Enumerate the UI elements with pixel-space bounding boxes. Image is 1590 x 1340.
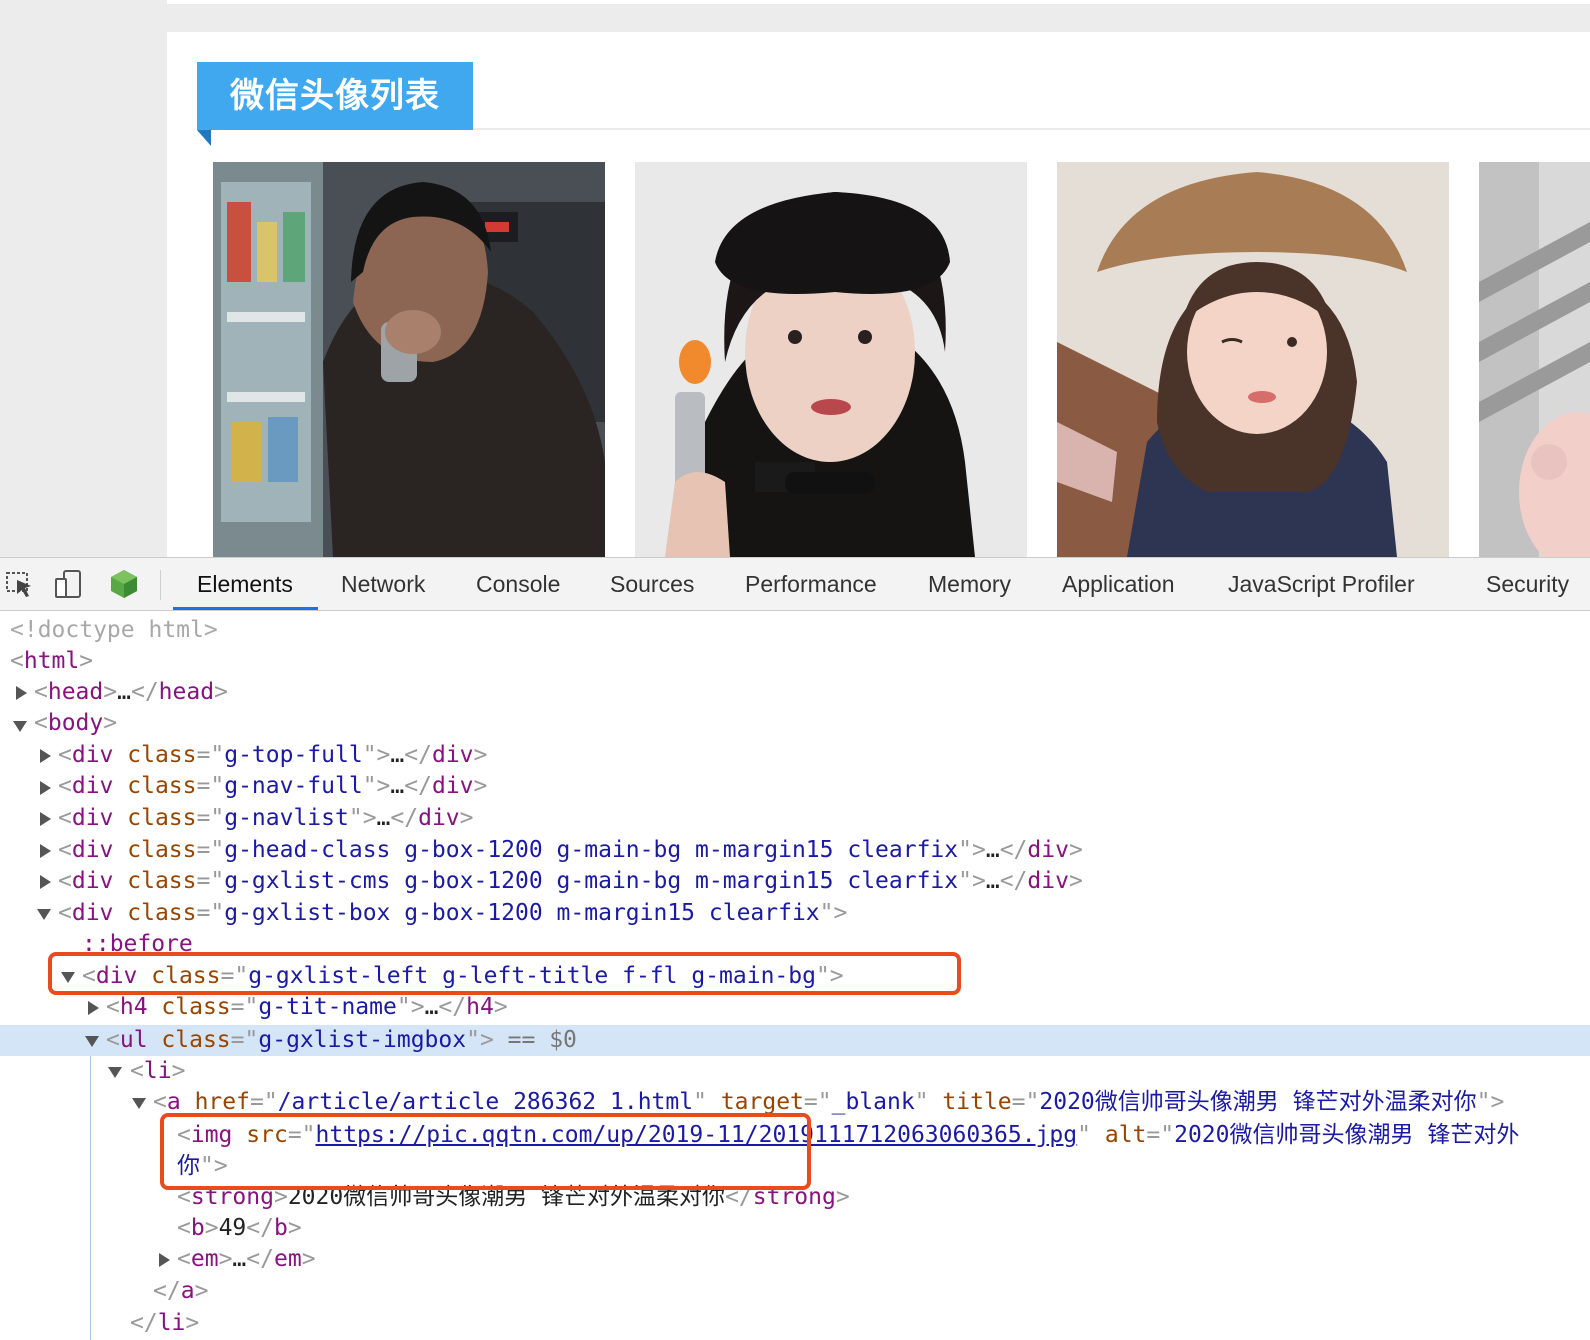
dom-node-div[interactable]: <div class="g-top-full">…</div> — [58, 740, 487, 771]
section-title: 微信头像列表 — [197, 62, 473, 130]
extension-cube-icon[interactable] — [108, 568, 140, 600]
toolbar-separator — [160, 570, 161, 600]
dom-node-li[interactable]: <li> — [130, 1056, 185, 1087]
dom-node-div[interactable]: <div class="g-gxlist-cms g-box-1200 g-ma… — [58, 866, 1083, 897]
dom-node-html[interactable]: <html> — [10, 646, 93, 677]
title-fold-decoration — [197, 130, 211, 146]
tab-security[interactable]: Security — [1486, 558, 1569, 610]
dom-node-b[interactable]: <b>49</b> — [177, 1213, 302, 1244]
dom-node-div[interactable]: <div class="g-navlist">…</div> — [58, 803, 474, 834]
avatar-image[interactable] — [1479, 162, 1590, 557]
tab-elements[interactable]: Elements — [197, 558, 293, 610]
avatar-list-card: 微信头像列表 — [167, 32, 1590, 557]
devtools-toolbar: Elements Network Console Sources Perform… — [0, 557, 1590, 611]
expand-arrow-icon[interactable] — [40, 875, 51, 889]
dom-node-em[interactable]: <em>…</em> — [177, 1244, 316, 1275]
dom-node-div[interactable]: <div class="g-gxlist-box g-box-1200 m-ma… — [58, 898, 847, 929]
device-toggle-icon[interactable] — [52, 568, 84, 600]
collapse-arrow-icon[interactable] — [85, 1036, 99, 1047]
header-strip — [167, 0, 1590, 4]
dom-node-div[interactable]: <div class="g-head-class g-box-1200 g-ma… — [58, 835, 1083, 866]
expand-arrow-icon[interactable] — [16, 686, 27, 700]
title-divider — [473, 128, 1590, 130]
dom-node-h4[interactable]: <h4 class="g-tit-name">…</h4> — [106, 992, 508, 1023]
page-viewport: 微信头像列表 — [0, 0, 1590, 557]
annotation-box-img — [160, 1113, 811, 1190]
inspect-element-icon[interactable] — [4, 568, 36, 600]
tab-network[interactable]: Network — [341, 558, 425, 610]
expand-arrow-icon[interactable] — [40, 781, 51, 795]
dom-node-div[interactable]: <div class="g-nav-full">…</div> — [58, 771, 487, 802]
tab-application[interactable]: Application — [1062, 558, 1175, 610]
tab-javascript-profiler[interactable]: JavaScript Profiler — [1228, 558, 1415, 610]
avatar-image[interactable] — [213, 162, 605, 557]
dom-node-body[interactable]: <body> — [34, 708, 117, 739]
expand-arrow-icon[interactable] — [159, 1253, 170, 1267]
collapse-arrow-icon[interactable] — [132, 1098, 146, 1109]
tab-memory[interactable]: Memory — [928, 558, 1011, 610]
collapse-arrow-icon[interactable] — [37, 909, 51, 920]
dom-node-a-close: </a> — [153, 1278, 209, 1304]
expand-arrow-icon[interactable] — [88, 1001, 99, 1015]
collapse-arrow-icon[interactable] — [13, 721, 27, 732]
dom-node-doctype[interactable]: <!doctype html> — [10, 615, 218, 646]
collapse-arrow-icon[interactable] — [108, 1067, 122, 1078]
expand-arrow-icon[interactable] — [40, 844, 51, 858]
dom-node-head[interactable]: <head>…</head> — [34, 677, 228, 708]
avatar-image[interactable] — [1057, 162, 1449, 557]
tab-console[interactable]: Console — [476, 558, 560, 610]
dom-node-ul-selected[interactable]: <ul class="g-gxlist-imgbox"> == $0 — [106, 1025, 577, 1056]
tab-performance[interactable]: Performance — [745, 558, 877, 610]
expand-arrow-icon[interactable] — [40, 812, 51, 826]
dom-node-li-close: </li> — [130, 1310, 200, 1336]
indent-guide — [90, 1056, 91, 1340]
annotation-box-div — [48, 952, 961, 995]
tab-sources[interactable]: Sources — [610, 558, 694, 610]
active-tab-indicator — [173, 607, 318, 610]
dom-tree-panel: <!doctype html> <html> <head>…</head> <b… — [0, 611, 1590, 1340]
expand-arrow-icon[interactable] — [40, 749, 51, 763]
avatar-image[interactable] — [635, 162, 1027, 557]
